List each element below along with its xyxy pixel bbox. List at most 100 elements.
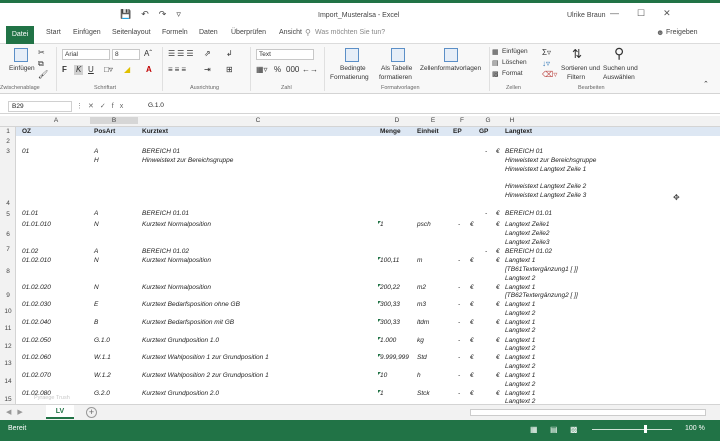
cell-gp-currency[interactable]: € — [496, 210, 500, 217]
cell-gp-currency[interactable]: € — [496, 221, 500, 228]
cell-einheit[interactable]: psch — [417, 221, 431, 228]
comment-indicator-icon[interactable] — [378, 284, 381, 287]
comment-indicator-icon[interactable] — [378, 221, 381, 224]
user-name[interactable]: Ulrike Braun — [567, 12, 606, 19]
orientation-icon[interactable]: ⇗ — [204, 49, 211, 59]
cell-posart[interactable]: B — [94, 319, 98, 326]
cell-oz[interactable]: 01.01 — [22, 210, 38, 217]
sort-filter-label-1[interactable]: Sortieren und — [561, 65, 600, 72]
copy-icon[interactable]: ⧉ — [38, 59, 44, 69]
save-icon[interactable]: 💾 — [120, 9, 131, 20]
conditional-format-label-1[interactable]: Bedingte — [340, 65, 366, 72]
cell-posart[interactable]: N — [94, 284, 99, 291]
share-button[interactable]: Freigeben — [666, 29, 698, 36]
cell-ep-currency[interactable]: € — [470, 257, 474, 264]
clear-icon[interactable]: ⌫▿ — [542, 70, 557, 80]
format-painter-icon[interactable]: 🖌 — [38, 70, 48, 80]
cell-oz[interactable]: 01.02.060 — [22, 354, 51, 361]
cell-kurztext[interactable]: Kurztext Normalposition — [142, 284, 211, 291]
sort-filter-icon[interactable]: ⇅ — [572, 47, 582, 61]
cell-kurztext[interactable]: Kurztext Grundposition 2.0 — [142, 390, 219, 397]
formula-input[interactable]: G.1.0 — [148, 102, 164, 109]
cell-langtext[interactable]: Langtext 1 — [505, 257, 535, 264]
underline-button[interactable]: U — [88, 65, 94, 75]
comment-indicator-icon[interactable] — [378, 319, 381, 322]
cell-langtext[interactable]: Langtext 2 — [505, 363, 535, 370]
zoom-slider-thumb[interactable] — [644, 425, 647, 433]
format-cells-button[interactable]: Format — [502, 70, 523, 77]
cell-langtext[interactable]: BEREICH 01 — [505, 148, 543, 155]
redo-icon[interactable]: ↷ — [159, 9, 167, 20]
delete-cells-icon[interactable]: ▤ — [492, 59, 499, 69]
cell-ep-dash[interactable]: - — [458, 284, 460, 291]
cell-oz[interactable]: 01 — [22, 148, 29, 155]
cell-oz[interactable]: 01.01.010 — [22, 221, 51, 228]
page-layout-view-icon[interactable]: ▤ — [550, 425, 558, 434]
tell-me-box[interactable]: Was möchten Sie tun? — [315, 29, 385, 36]
cell-ep-dash[interactable]: - — [458, 337, 460, 344]
align-left-icon[interactable]: ≡≡≡ — [168, 65, 188, 75]
cell-einheit[interactable]: kg — [417, 337, 424, 344]
cell-oz[interactable]: 01.02.040 — [22, 319, 51, 326]
font-grow-icon[interactable]: Aˆ — [144, 49, 152, 59]
restore-button[interactable]: ☐ — [637, 8, 645, 19]
cancel-icon[interactable]: ✕ — [88, 103, 100, 110]
cell-einheit[interactable]: m3 — [417, 301, 426, 308]
row-header[interactable]: 13 — [0, 360, 16, 367]
number-format-box[interactable]: Text — [256, 49, 314, 60]
sheet-tab-lv[interactable]: LV — [46, 405, 74, 419]
cell-langtext[interactable]: [TB61Textergänzung1 [ ]] — [505, 266, 578, 273]
horizontal-scrollbar[interactable] — [470, 409, 706, 416]
cell-langtext[interactable]: Langtext 1 — [505, 354, 535, 361]
cell-langtext[interactable]: Langtext Zeile3 — [505, 239, 549, 246]
zoom-level[interactable]: 100 % — [685, 425, 705, 432]
paste-icon[interactable] — [14, 48, 28, 62]
cell-kurztext[interactable]: BEREICH 01.02 — [142, 248, 189, 255]
column-header[interactable]: C — [138, 117, 378, 124]
cell-einheit[interactable]: ltdm — [417, 319, 429, 326]
header-posart[interactable]: PosArt — [94, 128, 115, 135]
cell-langtext[interactable]: BEREICH 01.02 — [505, 248, 552, 255]
tab-start[interactable]: Start — [46, 29, 61, 36]
column-header[interactable]: B — [90, 117, 138, 124]
find-select-icon[interactable]: ⚲ — [614, 45, 624, 61]
cell-gp-currency[interactable]: € — [496, 284, 500, 291]
sort-filter-label-2[interactable]: Filtern — [567, 74, 585, 81]
cell-gp-dash[interactable]: - — [485, 248, 487, 255]
minimize-button[interactable]: — — [610, 8, 619, 19]
header-gp[interactable]: GP — [479, 128, 488, 135]
cell-kurztext[interactable]: BEREICH 01 — [142, 148, 180, 155]
tab-page-layout[interactable]: Seitenlayout — [112, 29, 151, 36]
header-kurztext[interactable]: Kurztext — [142, 128, 168, 135]
cell-posart[interactable]: W.1.1 — [94, 354, 111, 361]
insert-cells-icon[interactable]: ▦ — [492, 48, 499, 58]
cell-ep-dash[interactable]: - — [458, 372, 460, 379]
row-header[interactable]: 5 — [0, 211, 16, 218]
tab-data[interactable]: Daten — [199, 29, 218, 36]
next-sheet-icon[interactable]: ▶ — [17, 409, 28, 416]
cell-posart[interactable]: N — [94, 257, 99, 264]
paste-label[interactable]: Einfügen — [9, 65, 35, 72]
cell-langtext[interactable]: Langtext 1 — [505, 390, 535, 397]
cell-ep-currency[interactable]: € — [470, 319, 474, 326]
cell-langtext[interactable]: Hinweistext zur Bereichsgruppe — [505, 157, 596, 164]
cell-posart[interactable]: H — [94, 157, 99, 164]
comment-indicator-icon[interactable] — [378, 301, 381, 304]
cell-gp-currency[interactable]: € — [496, 372, 500, 379]
column-header[interactable]: A — [16, 117, 96, 124]
fill-color-icon[interactable]: ◢ — [124, 65, 130, 75]
comment-indicator-icon[interactable] — [378, 354, 381, 357]
undo-icon[interactable]: ↶ — [141, 9, 149, 20]
customize-qat-icon[interactable]: ▿ — [176, 9, 181, 20]
format-as-table-icon[interactable] — [391, 48, 405, 62]
row-header[interactable]: 7 — [0, 246, 16, 253]
format-cells-icon[interactable]: ▩ — [492, 70, 499, 80]
cell-einheit[interactable]: m — [417, 257, 422, 264]
row-header[interactable]: 2 — [0, 138, 16, 145]
cell-ep-currency[interactable]: € — [470, 284, 474, 291]
cell-posart[interactable]: A — [94, 210, 98, 217]
cell-langtext[interactable]: Hinweistext Langtext Zeile 3 — [505, 192, 586, 199]
cell-posart[interactable]: A — [94, 148, 98, 155]
cell-ep-currency[interactable]: € — [470, 354, 474, 361]
delete-cells-button[interactable]: Löschen — [502, 59, 527, 66]
